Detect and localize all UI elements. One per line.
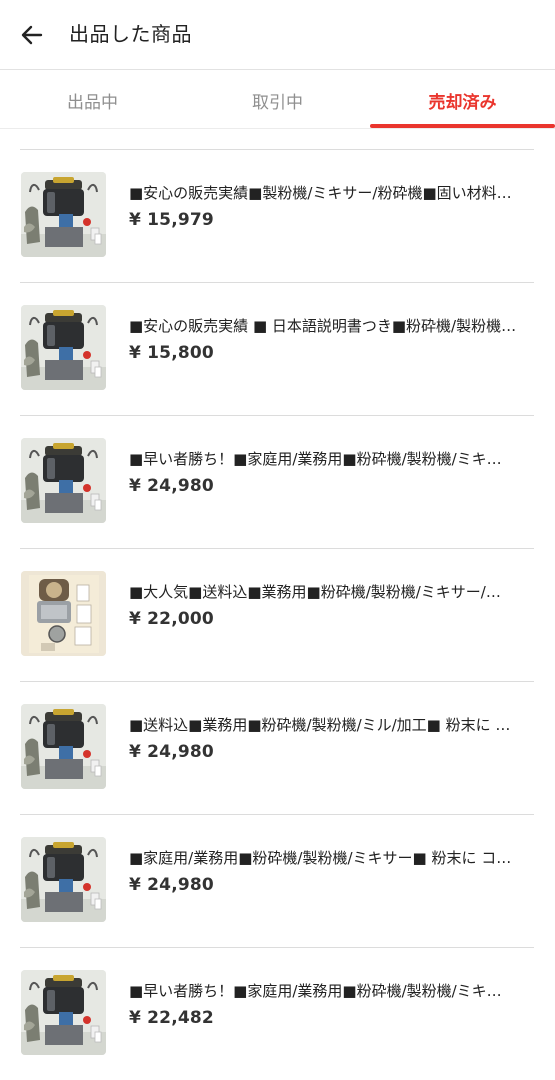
product-thumbnail [21, 305, 106, 390]
list-item[interactable]: ■安心の販売実績 ■ 日本語説明書つき■粉砕機/製粉機… ¥ 15,800 [0, 283, 555, 416]
item-price: ¥ 22,000 [129, 609, 214, 629]
list-item[interactable]: ■早い者勝ち！■家庭用/業務用■粉砕機/製粉機/ミキ… ¥ 24,980 [0, 416, 555, 549]
list-item[interactable]: ■家庭用/業務用■粉砕機/製粉機/ミキサー■ 粉末に コ… ¥ 24,980 [0, 815, 555, 948]
list-item[interactable]: ■大人気■送料込■業務用■粉砕機/製粉機/ミキサー/… ¥ 22,000 [0, 549, 555, 682]
item-title: ■送料込■業務用■粉砕機/製粉機/ミル/加工■ 粉末に … [129, 716, 511, 734]
item-title: ■家庭用/業務用■粉砕機/製粉機/ミキサー■ 粉末に コ… [129, 849, 512, 867]
item-price: ¥ 24,980 [129, 875, 214, 895]
item-title: ■大人気■送料込■業務用■粉砕機/製粉機/ミキサー/… [129, 583, 501, 601]
item-price: ¥ 15,800 [129, 343, 214, 363]
list-item[interactable]: ■送料込■業務用■粉砕機/製粉機/ミル/加工■ 粉末に … ¥ 24,980 [0, 682, 555, 815]
tab-listing[interactable]: 出品中 [0, 71, 185, 129]
item-title: ■早い者勝ち！■家庭用/業務用■粉砕機/製粉機/ミキ… [129, 450, 502, 468]
app-header: 出品した商品 [0, 0, 555, 70]
item-title: ■早い者勝ち！■家庭用/業務用■粉砕機/製粉機/ミキ… [129, 982, 502, 1000]
item-price: ¥ 15,979 [129, 210, 214, 230]
item-price: ¥ 22,482 [129, 1008, 214, 1028]
product-thumbnail [21, 438, 106, 523]
tab-sold[interactable]: 売却済み [370, 71, 555, 129]
product-thumbnail [21, 172, 106, 257]
page-title: 出品した商品 [69, 22, 192, 46]
item-title: ■安心の販売実績■製粉機/ミキサー/粉砕機■固い材料… [129, 184, 512, 202]
tab-bar: 出品中 取引中 売却済み [0, 71, 555, 129]
active-tab-indicator [370, 124, 555, 128]
list-item[interactable]: ■安心の販売実績■製粉機/ミキサー/粉砕機■固い材料… ¥ 15,979 [0, 150, 555, 283]
product-thumbnail [21, 704, 106, 789]
product-thumbnail [21, 970, 106, 1055]
product-thumbnail [21, 571, 106, 656]
product-thumbnail [21, 837, 106, 922]
sold-items-list: ■安心の販売実績■製粉機/ミキサー/粉砕機■固い材料… ¥ 15,979 ■安心… [0, 150, 555, 1080]
back-arrow-icon[interactable] [17, 20, 47, 50]
item-title: ■安心の販売実績 ■ 日本語説明書つき■粉砕機/製粉機… [129, 317, 517, 335]
tab-trading[interactable]: 取引中 [185, 71, 370, 129]
item-price: ¥ 24,980 [129, 742, 214, 762]
item-price: ¥ 24,980 [129, 476, 214, 496]
list-item[interactable]: ■早い者勝ち！■家庭用/業務用■粉砕機/製粉機/ミキ… ¥ 22,482 [0, 948, 555, 1080]
